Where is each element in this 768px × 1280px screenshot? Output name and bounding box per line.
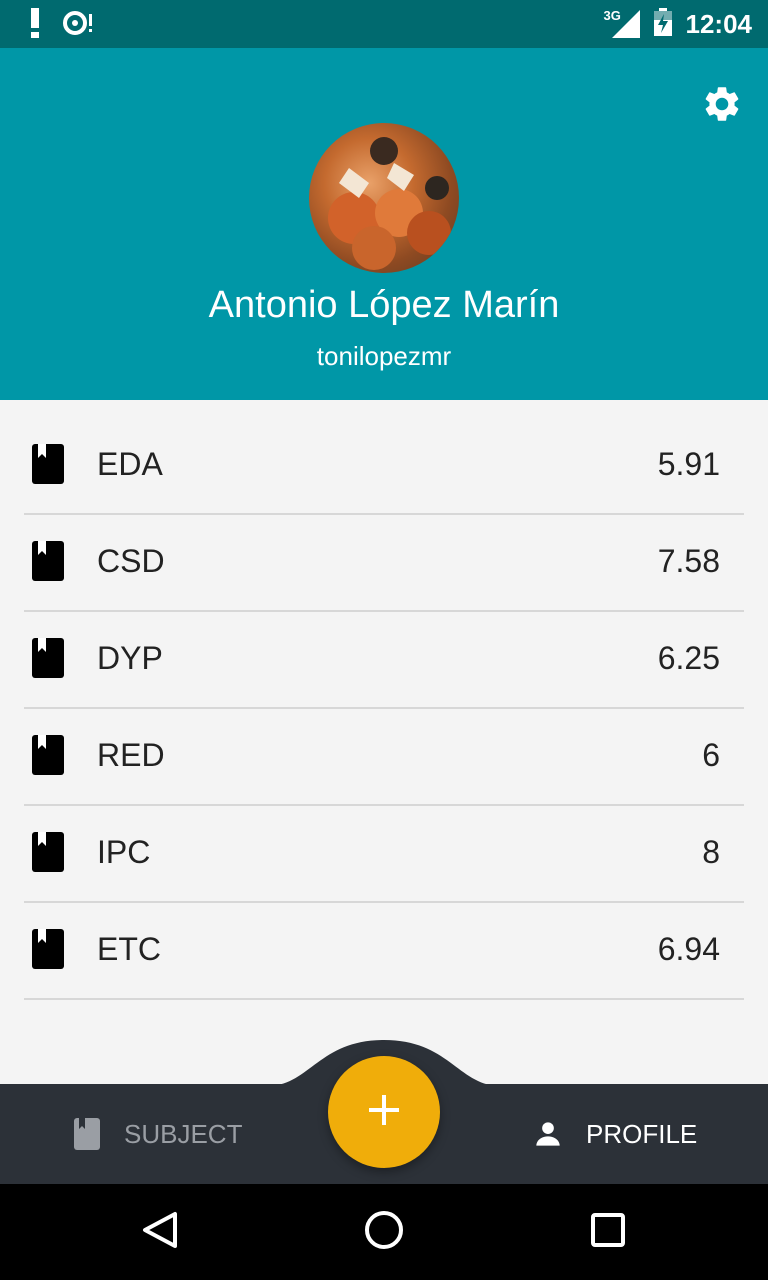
recents-icon [591, 1212, 625, 1252]
subject-grade: 6.25 [657, 640, 720, 676]
status-bar: 3G 12:04 [0, 0, 768, 48]
profile-header: Antonio López Marín tonilopezmr [0, 48, 768, 400]
book-icon [74, 1118, 100, 1150]
subject-grade: 8 [702, 834, 720, 870]
book-icon [32, 735, 64, 775]
profile-username: tonilopezmr [316, 341, 452, 371]
recents-button[interactable] [584, 1208, 632, 1256]
book-icon [32, 541, 64, 581]
person-icon [534, 1120, 562, 1148]
subject-name: RED [97, 737, 165, 773]
profile-name: Antonio López Marín [208, 284, 560, 326]
book-icon [32, 638, 64, 678]
battery-icon [653, 7, 672, 41]
subject-name: CSD [97, 543, 165, 579]
sync-icon [62, 10, 94, 41]
subject-grade: 7.58 [657, 543, 720, 579]
network-type: 3G [603, 8, 621, 23]
subject-grade: 6.94 [657, 931, 720, 967]
subject-name: IPC [97, 834, 151, 870]
system-navigation [0, 1184, 768, 1280]
avatar[interactable] [309, 123, 459, 273]
subject-grade: 6 [702, 737, 720, 773]
subject-name: DYP [97, 640, 163, 676]
status-time: 12:04 [685, 8, 753, 39]
list-item[interactable]: RED 6 [24, 709, 744, 806]
subject-name: EDA [97, 446, 163, 482]
list-item[interactable]: DYP 6.25 [24, 612, 744, 709]
alert-icon [28, 8, 42, 43]
home-button[interactable] [360, 1208, 408, 1256]
gear-icon [701, 83, 743, 130]
back-icon [142, 1211, 178, 1254]
nav-profile-tab[interactable]: PROFILE [534, 1084, 697, 1184]
nav-subject-label: SUBJECT [124, 1118, 243, 1149]
home-icon [364, 1210, 404, 1255]
plus-icon [369, 1094, 399, 1130]
settings-button[interactable] [698, 82, 746, 130]
subject-name: ETC [97, 931, 161, 967]
list-item[interactable]: EDA 5.91 [24, 418, 744, 515]
list-item[interactable]: CSD 7.58 [24, 515, 744, 612]
subject-list: EDA 5.91 CSD 7.58 DYP 6.25 RED 6 IPC 8 E… [24, 418, 744, 1000]
nav-subject-tab[interactable]: SUBJECT [74, 1084, 242, 1184]
back-button[interactable] [136, 1208, 184, 1256]
book-icon [32, 929, 64, 969]
subject-grade: 5.91 [657, 446, 720, 482]
signal-icon: 3G [603, 8, 640, 38]
list-item[interactable]: IPC 8 [24, 806, 744, 903]
list-item[interactable]: ETC 6.94 [24, 903, 744, 1000]
add-subject-button[interactable] [328, 1056, 440, 1168]
book-icon [32, 832, 64, 872]
nav-profile-label: PROFILE [586, 1118, 698, 1149]
book-icon [32, 444, 64, 484]
